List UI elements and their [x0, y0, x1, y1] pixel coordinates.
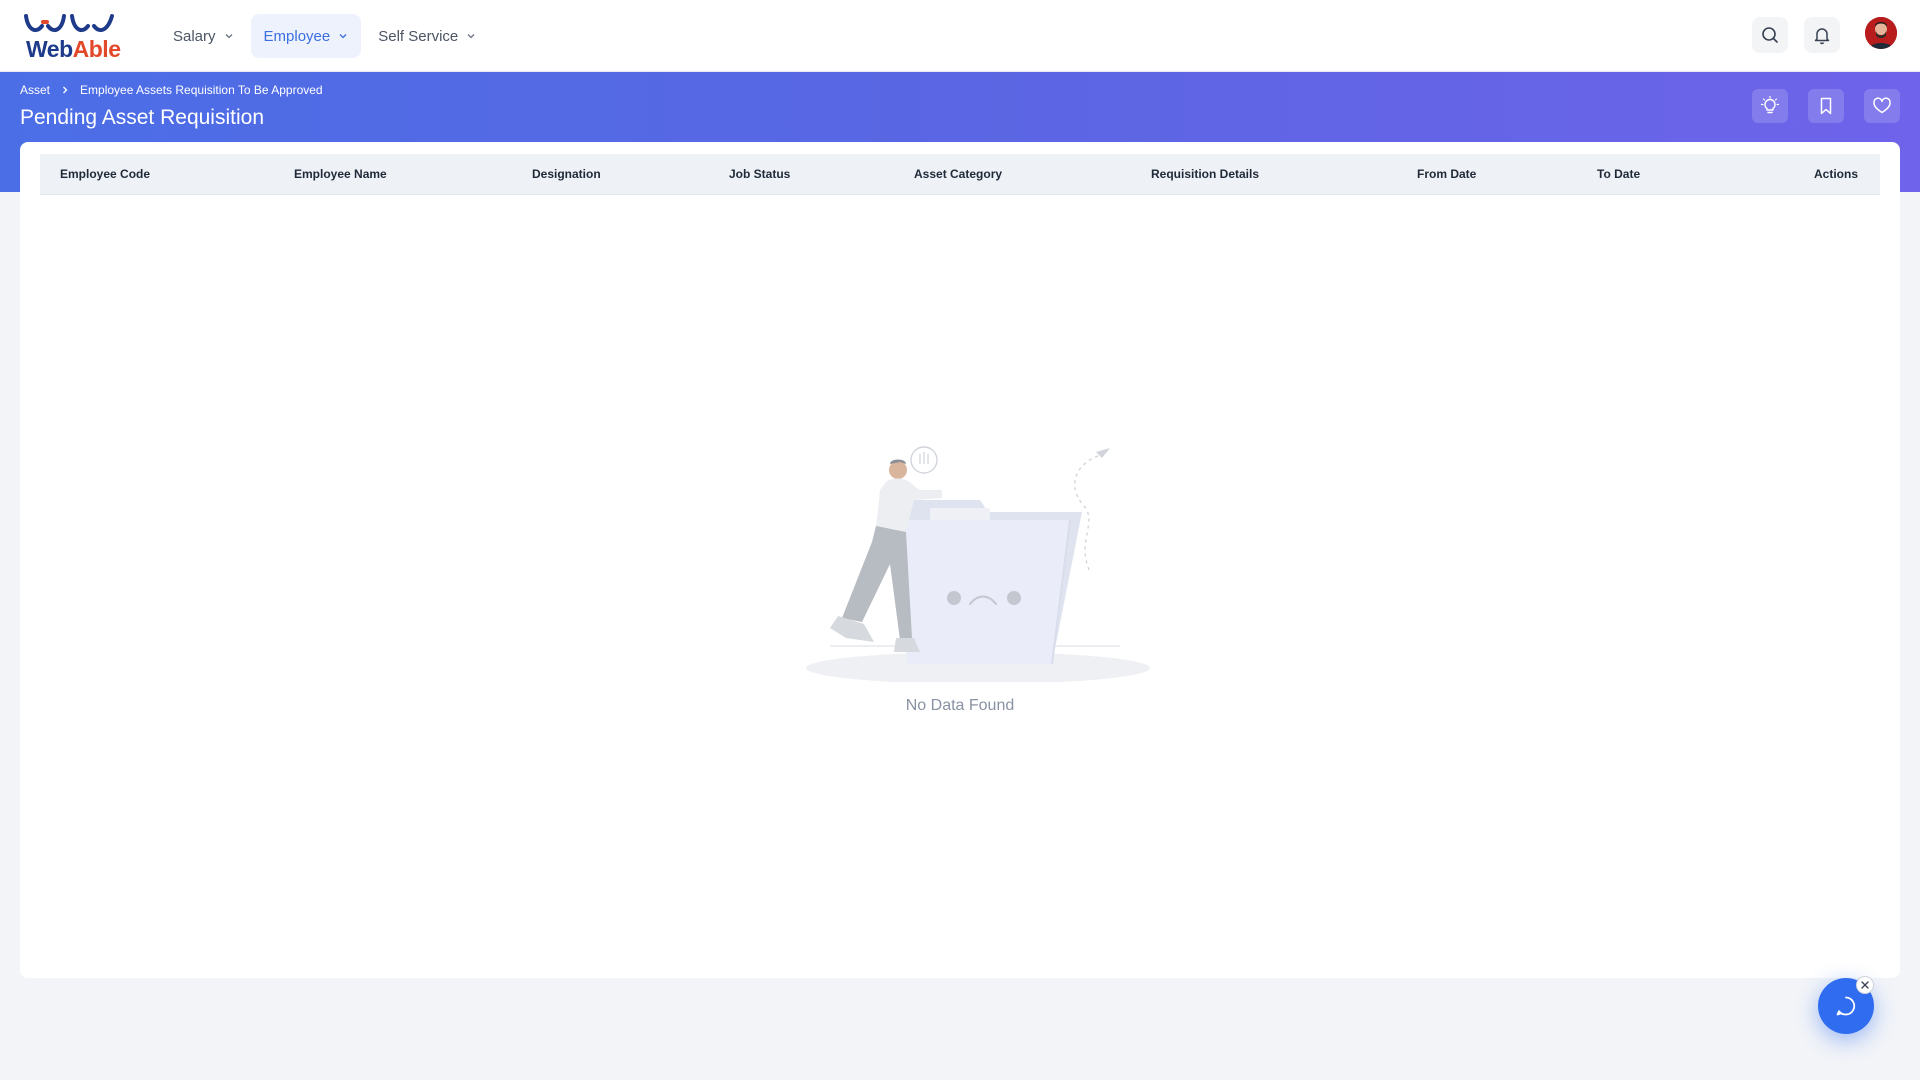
- favorite-button[interactable]: [1864, 89, 1900, 123]
- nav-item-label: Self Service: [378, 27, 459, 45]
- breadcrumb: Asset Employee Assets Requisition To Be …: [20, 83, 323, 97]
- search-icon: [1762, 27, 1778, 43]
- breadcrumb-item-asset[interactable]: Asset: [20, 83, 50, 97]
- chat-close-button[interactable]: [1856, 976, 1874, 994]
- nav-item-label: Salary: [173, 27, 216, 45]
- bookmark-button[interactable]: [1808, 89, 1844, 123]
- bell-icon: [1814, 28, 1830, 45]
- nav-item-label: Employee: [263, 27, 331, 45]
- empty-state-illustration: [806, 446, 1150, 682]
- requisition-table-card: Employee Code Employee Name Designation …: [20, 142, 1900, 978]
- nav-item-employee[interactable]: Employee: [250, 14, 362, 58]
- close-icon: [1861, 981, 1869, 989]
- column-to-date: To Date: [1597, 167, 1641, 181]
- column-employee-name: Employee Name: [294, 167, 387, 181]
- column-requisition-details: Requisition Details: [1151, 167, 1260, 181]
- bulb-icon: [1760, 96, 1780, 114]
- column-employee-code: Employee Code: [60, 167, 151, 181]
- search-button[interactable]: [1752, 17, 1788, 53]
- user-avatar-icon: [1865, 17, 1897, 49]
- avatar[interactable]: [1865, 17, 1897, 49]
- logo-mark-icon: [24, 14, 114, 33]
- chevron-down-icon: [467, 34, 475, 39]
- logo-text-web: Web: [26, 36, 73, 62]
- column-designation: Designation: [532, 167, 601, 181]
- breadcrumb-item-current: Employee Assets Requisition To Be Approv…: [80, 83, 323, 97]
- tips-button[interactable]: [1752, 89, 1788, 123]
- main-nav: Salary Employee Self Service: [160, 14, 489, 58]
- table-header: Employee Code Employee Name Designation …: [40, 154, 1880, 195]
- chevron-right-icon: [63, 86, 68, 94]
- chat-icon: [1836, 996, 1856, 1016]
- bookmark-icon: [1820, 97, 1832, 115]
- heart-icon: [1873, 97, 1891, 114]
- page-title: Pending Asset Requisition: [20, 106, 264, 129]
- empty-state-text: No Data Found: [905, 697, 1015, 714]
- logo-text: WebAble: [26, 36, 121, 62]
- column-actions: Actions: [1814, 167, 1859, 181]
- column-job-status: Job Status: [729, 167, 791, 181]
- notifications-button[interactable]: [1804, 17, 1840, 53]
- chevron-down-icon: [225, 34, 232, 39]
- column-from-date: From Date: [1417, 167, 1477, 181]
- nav-item-self-service[interactable]: Self Service: [365, 14, 489, 58]
- logo-text-able: Able: [72, 36, 121, 62]
- nav-item-salary[interactable]: Salary: [160, 14, 247, 58]
- column-asset-category: Asset Category: [914, 167, 1003, 181]
- webable-logo[interactable]: WebAble: [22, 12, 121, 62]
- chevron-down-icon: [339, 34, 347, 39]
- top-navbar: WebAble Salary Employee Self Service: [0, 0, 1920, 72]
